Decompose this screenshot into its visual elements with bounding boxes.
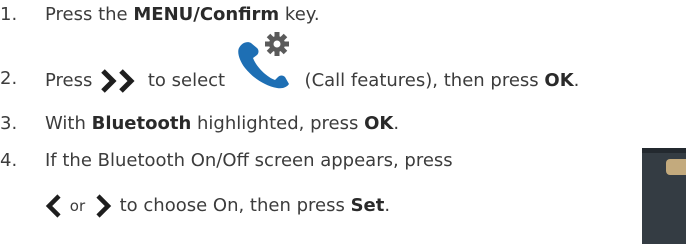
text-segment: to choose On, then press — [113, 195, 351, 216]
step-number: 4. — [0, 150, 18, 171]
step-text: If the Bluetooth On/Off screen appears, … — [45, 150, 453, 172]
ok-key-label: OK — [364, 113, 394, 134]
text-segment: . — [393, 113, 400, 134]
text-segment: to select — [142, 70, 231, 91]
screen-status-bar — [642, 148, 686, 153]
text-segment: Press — [45, 70, 99, 91]
text-segment: . — [384, 195, 391, 216]
step-text: Press to select (Call features), then pr… — [45, 32, 580, 94]
bluetooth-screen-thumbnail — [642, 148, 686, 244]
step-number: 2. — [0, 68, 18, 89]
text-segment: Press the — [45, 4, 134, 25]
text-segment: (Call features), then press — [298, 70, 545, 91]
menu-confirm-key-label: MENU/Confirm — [133, 4, 280, 25]
double-right-chevron-icon — [101, 69, 135, 93]
text-segment: highlighted, press — [191, 113, 365, 134]
right-chevron-icon — [96, 194, 112, 218]
step-number: 3. — [0, 113, 18, 134]
step-text: With Bluetooth highlighted, press OK. — [45, 113, 399, 135]
step-text: Press the MENU/Confirm key. — [45, 4, 320, 26]
text-segment: or — [65, 197, 90, 215]
phone-settings-icon — [238, 32, 289, 89]
set-key-label: Set — [350, 195, 385, 216]
screen-highlight-bar — [666, 159, 686, 175]
left-chevron-icon — [45, 194, 61, 218]
bluetooth-label: Bluetooth — [91, 113, 192, 134]
text-segment: key. — [279, 4, 320, 25]
text-segment: . — [573, 70, 580, 91]
step-number: 1. — [0, 4, 18, 25]
text-segment: With — [45, 113, 92, 134]
text-segment: If the Bluetooth On/Off screen appears, … — [45, 150, 453, 171]
step-text: or to choose On, then press Set. — [45, 194, 390, 218]
ok-key-label: OK — [544, 70, 574, 91]
